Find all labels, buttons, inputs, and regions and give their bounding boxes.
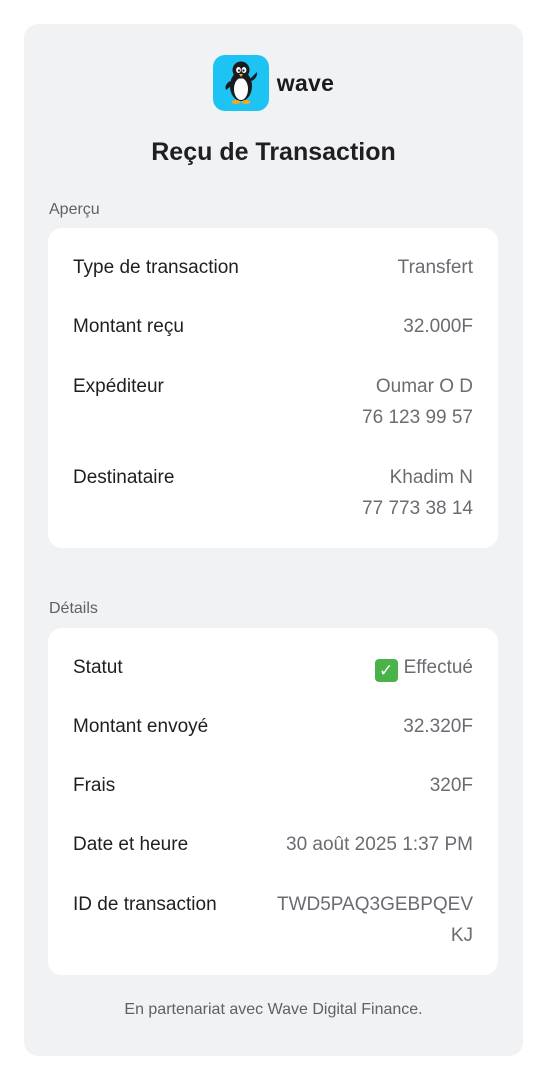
row-value: Oumar O D 76 123 99 57	[362, 371, 473, 433]
row-value: Khadim N 77 773 38 14	[362, 462, 473, 524]
brand-header: wave	[24, 55, 523, 111]
row-key: Type de transaction	[73, 257, 239, 278]
details-panel: Statut ✓ Effectué Montant envoyé 32.320F …	[48, 628, 498, 975]
fees-row: Frais 320F	[73, 770, 473, 801]
transaction-id-value: TWD5PAQ3GEBPQEV KJ	[276, 894, 473, 946]
row-value: 32.320F	[403, 716, 473, 737]
row-value: 30 août 2025 1:37 PM	[286, 834, 473, 855]
row-key: Date et heure	[73, 834, 189, 855]
row-value: 320F	[429, 775, 473, 796]
page-title: Reçu de Transaction	[151, 138, 396, 166]
overview-section-label: Aperçu	[49, 201, 100, 218]
brand-name: wave	[276, 69, 335, 96]
overview-panel: Type de transaction Transfert Montant re…	[48, 228, 498, 548]
row-value: Transfert	[397, 257, 473, 278]
amount-received-row: Montant reçu 32.000F	[73, 311, 473, 342]
row-key: Montant envoyé	[73, 716, 209, 737]
sender-phone: 76 123 99 57	[362, 407, 473, 428]
check-icon: ✓	[374, 659, 398, 682]
amount-sent-row: Montant envoyé 32.320F	[73, 711, 473, 742]
recipient-row: Destinataire Khadim N 77 773 38 14	[73, 462, 473, 524]
details-section-label: Détails	[49, 600, 98, 617]
recipient-name: Khadim N	[389, 467, 473, 488]
penguin-logo-icon	[212, 55, 269, 111]
transaction-id-row: ID de transaction TWD5PAQ3GEBPQEV KJ	[73, 889, 473, 951]
status-row: Statut ✓ Effectué	[73, 652, 473, 683]
date-time-row: Date et heure 30 août 2025 1:37 PM	[73, 829, 473, 860]
recipient-phone: 77 773 38 14	[362, 498, 473, 519]
sender-name: Oumar O D	[375, 376, 473, 397]
transaction-type-row: Type de transaction Transfert	[73, 252, 473, 283]
row-value: 32.000F	[403, 316, 473, 337]
row-key: Destinataire	[73, 467, 175, 488]
row-key: Montant reçu	[73, 316, 184, 337]
receipt-card: wave Reçu de Transaction Aperçu Type de …	[24, 24, 523, 1056]
row-key: Frais	[73, 775, 116, 796]
row-key: ID de transaction	[73, 894, 217, 915]
sender-row: Expéditeur Oumar O D 76 123 99 57	[73, 371, 473, 433]
row-key: Expéditeur	[73, 376, 164, 397]
status-value: ✓ Effectué	[374, 652, 473, 683]
row-key: Statut	[73, 657, 123, 678]
footer-text: En partenariat avec Wave Digital Finance…	[124, 1001, 423, 1018]
